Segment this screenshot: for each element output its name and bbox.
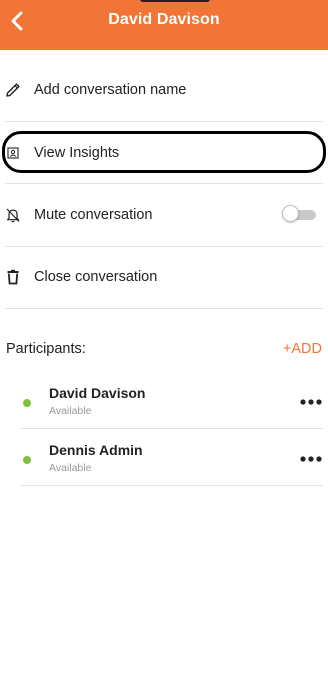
- trash-icon: [4, 268, 22, 286]
- participant-row[interactable]: Dennis Admin Available: [20, 430, 323, 486]
- chevron-left-icon: [11, 11, 23, 31]
- participant-name: Dennis Admin: [49, 442, 143, 458]
- status-notch: [140, 0, 210, 2]
- bell-off-icon: [4, 206, 22, 224]
- participant-row[interactable]: David Davison Available: [20, 373, 323, 429]
- menu-item-label: Close conversation: [34, 269, 158, 285]
- status-dot: [23, 399, 31, 407]
- mute-toggle[interactable]: [282, 205, 316, 222]
- header-bar: David Davison: [0, 0, 328, 50]
- menu-item-label: Add conversation name: [34, 82, 187, 98]
- mute-conversation-row[interactable]: Mute conversation: [0, 184, 328, 246]
- menu-item-label: Mute conversation: [34, 207, 153, 223]
- add-participant-button[interactable]: +ADD: [283, 341, 322, 357]
- participant-name: David Davison: [49, 385, 146, 401]
- back-button[interactable]: [4, 8, 30, 34]
- participant-status: Available: [49, 462, 92, 474]
- more-options-icon[interactable]: [299, 450, 323, 468]
- divider: [20, 485, 323, 486]
- menu-item-label: View Insights: [34, 145, 120, 161]
- view-insights-button[interactable]: View Insights: [0, 122, 328, 184]
- participants-heading: Participants:: [6, 341, 86, 357]
- toggle-knob: [282, 205, 299, 222]
- pencil-icon: [4, 81, 22, 99]
- divider: [5, 308, 323, 309]
- insights-icon: [4, 144, 22, 162]
- divider: [20, 428, 323, 429]
- status-dot: [23, 456, 31, 464]
- add-conversation-name-button[interactable]: Add conversation name: [0, 59, 328, 121]
- page-title: David Davison: [108, 11, 220, 28]
- close-conversation-button[interactable]: Close conversation: [0, 246, 328, 308]
- more-options-icon[interactable]: [299, 393, 323, 411]
- participant-status: Available: [49, 405, 92, 417]
